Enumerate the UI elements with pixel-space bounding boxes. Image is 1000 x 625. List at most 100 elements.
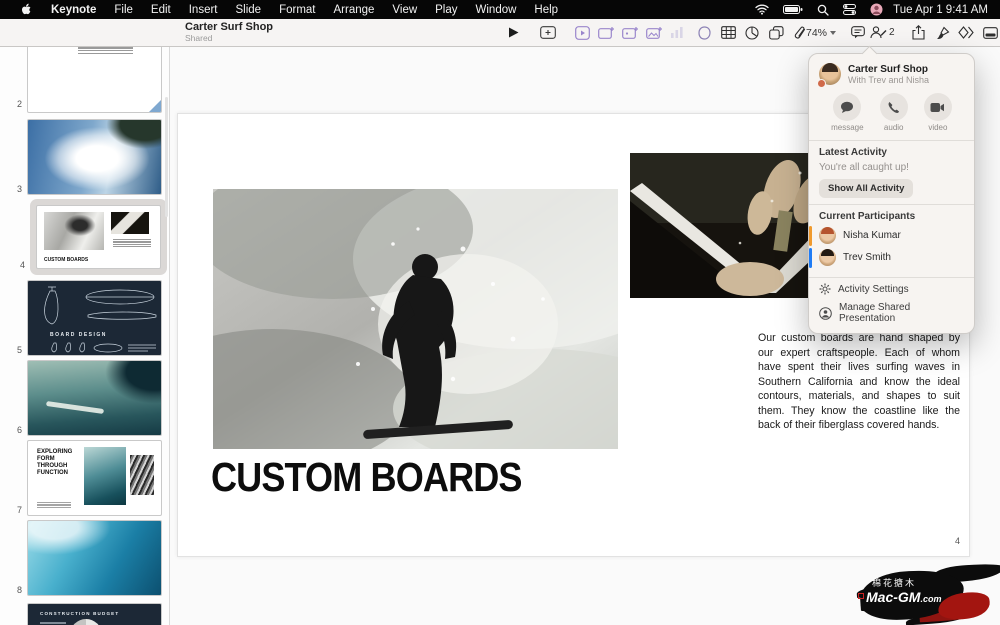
format-button[interactable] [931,21,955,44]
participant-avatar [819,249,836,266]
spotlight-icon[interactable] [817,4,829,16]
menu-format[interactable]: Format [270,4,324,16]
mini-surfer-image [44,212,104,250]
surfer-photo-art [213,189,618,449]
textbox-plus-icon [622,26,639,40]
slide-thumbnail-2[interactable] [27,47,162,113]
mini-bar-chart [120,620,154,625]
participant-color-bar [809,248,812,268]
animate-button[interactable] [954,21,978,44]
comment-button[interactable] [846,21,870,44]
add-slide-button[interactable] [536,21,560,44]
menu-window[interactable]: Window [467,4,526,16]
menu-file[interactable]: File [105,4,142,16]
insert-textbox-button[interactable] [618,21,642,44]
menu-keynote[interactable]: Keynote [42,4,105,16]
slide-title[interactable]: CUSTOM BOARDS [211,454,522,501]
zoom-control[interactable]: 74% [806,21,836,44]
watermark-splatter [858,567,965,622]
play-recorded-button[interactable] [570,21,594,44]
menu-view[interactable]: View [383,4,426,16]
chart-button[interactable] [740,21,764,44]
apple-logo-icon [21,3,33,16]
paperclip-icon [794,26,807,40]
shapes-button[interactable] [764,21,788,44]
show-all-activity-button[interactable]: Show All Activity [819,179,913,198]
participant-row[interactable]: Trev Smith [819,249,964,266]
popover-subtitle: With Trev and Nisha [848,75,929,85]
control-center-icon[interactable] [843,4,856,15]
audio-button[interactable]: audio [880,93,908,132]
mini-slide-title: EXPLORING FORM THROUGH FUNCTION [37,449,79,477]
shape-tool-button[interactable] [692,21,716,44]
watermark-red-square [858,593,864,599]
collaborate-button[interactable]: 2 [870,21,895,44]
table-button[interactable] [716,21,740,44]
slide-thumbnail-9[interactable]: CONSTRUCTION BUDGET [27,603,162,625]
account-icon[interactable] [870,3,883,16]
menu-slide[interactable]: Slide [227,4,271,16]
audio-phone-icon [887,101,900,114]
slide-thumbnail-8[interactable] [27,520,162,596]
latest-activity-section: Latest Activity You're all caught up! Sh… [809,141,974,204]
watermark: 棉花搪木 Mac-GM.com [846,563,994,625]
manage-person-icon [819,307,832,320]
insert-slide-button[interactable] [594,21,618,44]
animate-diamond-icon [958,26,974,39]
slide-thumbnail-6[interactable] [27,360,162,436]
message-label: message [831,123,863,132]
slide-page-number: 4 [955,536,960,546]
document-title: Carter Surf Shop [185,22,273,34]
sidebar-scrollbar[interactable] [165,97,168,217]
battery-icon[interactable] [783,5,803,15]
surfer-photo[interactable] [213,189,618,449]
slide-navigator: 2 3 4 CUSTOM BOARDS 5 [0,47,170,625]
mini-slide-title: BOARD DESIGN [50,332,107,338]
document-avatar [819,63,841,85]
play-icon [507,26,520,39]
participant-avatar [819,227,836,244]
watermark-cn-text: 棉花搪木 [872,576,916,589]
document-button[interactable] [978,21,1000,44]
mini-slide-title: CONSTRUCTION BUDGET [40,611,119,616]
keynote-app-window: Keynote File Edit Insert Slide Format Ar… [0,0,1000,625]
message-button[interactable]: message [831,93,863,132]
menu-edit[interactable]: Edit [142,4,180,16]
video-button[interactable]: video [924,93,952,132]
participant-row[interactable]: Nisha Kumar [819,227,964,244]
menu-help[interactable]: Help [525,4,567,16]
share-button[interactable] [906,21,930,44]
mini-caption-lines [37,501,71,509]
slide-number: 6 [4,425,22,435]
slide-thumbnail-4-selected[interactable]: CUSTOM BOARDS [36,205,161,269]
stacked-shapes-icon [769,26,784,40]
comment-icon [851,26,865,39]
watermark-red-splat [936,590,991,623]
collaborate-icon [870,25,887,40]
board-design-art: BOARD DESIGN [28,281,162,356]
wifi-icon[interactable] [755,4,769,15]
menu-play[interactable]: Play [426,4,466,16]
insert-photo-button[interactable] [642,21,666,44]
popover-actions: message audio video [809,89,974,140]
new-slide-plus-icon [598,26,615,40]
mini-surfboard [46,401,104,414]
collaboration-popover: Carter Surf Shop With Trev and Nisha mes… [808,53,975,334]
audio-label: audio [884,123,904,132]
manage-shared-item[interactable]: Manage Shared Presentation [809,300,974,333]
apple-menu[interactable] [12,3,42,16]
slide-thumbnail-7[interactable]: EXPLORING FORM THROUGH FUNCTION [27,440,162,516]
menu-insert[interactable]: Insert [180,4,227,16]
menu-clock[interactable]: Tue Apr 1 9:41 AM [893,4,988,16]
slide-number: 5 [4,345,22,355]
slide-body-text[interactable]: Our custom boards are hand shaped by our… [758,331,960,433]
activity-settings-item[interactable]: Activity Settings [809,278,974,300]
document-shared-status: Shared [185,34,273,43]
play-button[interactable] [501,21,525,44]
menu-arrange[interactable]: Arrange [325,4,384,16]
slide-thumbnail-5[interactable]: BOARD DESIGN [27,280,162,356]
insert-chart-button-disabled[interactable] [665,21,689,44]
mini-text-block [40,621,66,625]
slide-thumbnail-3[interactable] [27,119,162,195]
format-brush-icon [936,26,950,40]
